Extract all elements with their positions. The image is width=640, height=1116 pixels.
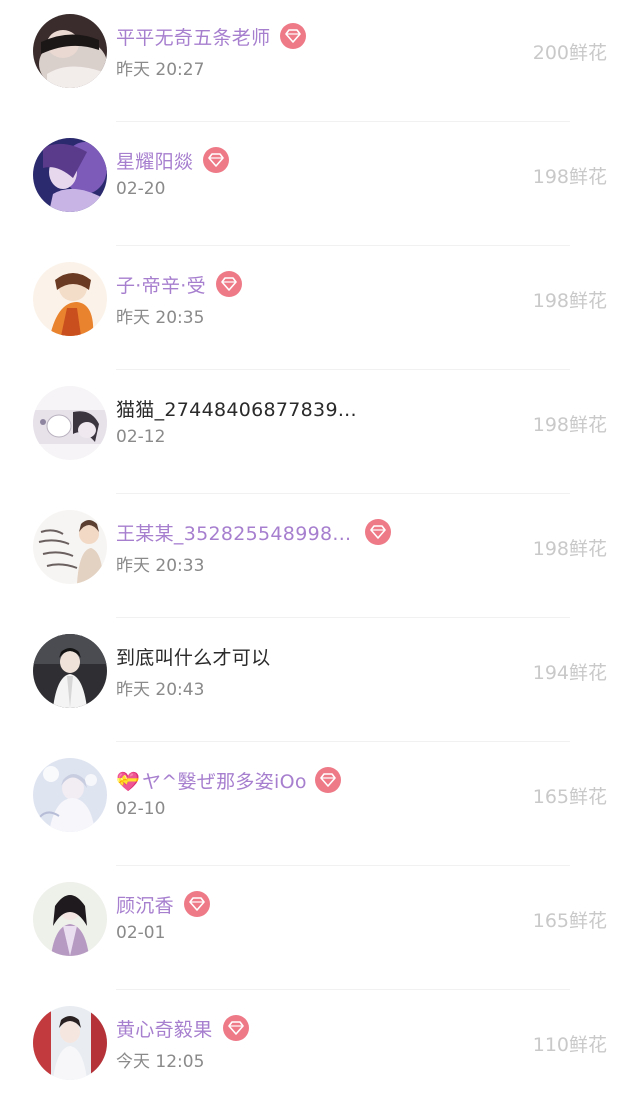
- avatar[interactable]: [33, 138, 107, 212]
- avatar[interactable]: [33, 262, 107, 336]
- timestamp: 02-20: [116, 179, 166, 199]
- divider: [116, 121, 570, 122]
- list-item[interactable]: 星耀阳燚 02-20 198鲜花: [0, 124, 640, 248]
- vip-diamond-icon: [215, 271, 242, 297]
- list-item[interactable]: 猫猫_27448406877839... 02-12 198鲜花: [0, 372, 640, 496]
- user-name[interactable]: 💝 ヤ^嫛ぜ那多姿iOo: [116, 767, 307, 794]
- name-line: 子·帝辛·受: [116, 269, 242, 299]
- timestamp: 02-12: [116, 427, 166, 447]
- list-item[interactable]: 顾沉香 02-01 165鲜花: [0, 868, 640, 992]
- timestamp: 昨天 20:27: [116, 60, 205, 80]
- name-line: 到底叫什么才可以: [116, 641, 270, 671]
- timestamp: 昨天 20:43: [116, 680, 205, 700]
- list-item[interactable]: 到底叫什么才可以 昨天 20:43 194鲜花: [0, 620, 640, 744]
- list-item[interactable]: 黄心奇毅果 今天 12:05 110鲜花: [0, 992, 640, 1116]
- avatar[interactable]: [33, 634, 107, 708]
- list-item[interactable]: 平平无奇五条老师 昨天 20:27 200鲜花: [0, 0, 640, 124]
- avatar[interactable]: [33, 386, 107, 460]
- avatar[interactable]: [33, 14, 107, 88]
- heart-gift-icon: 💝: [116, 770, 140, 793]
- user-name[interactable]: 猫猫_27448406877839...: [116, 395, 357, 422]
- vip-diamond-icon: [183, 891, 210, 917]
- flower-count: 165鲜花: [532, 786, 607, 808]
- flower-count: 194鲜花: [532, 662, 607, 684]
- name-line: 星耀阳燚: [116, 145, 230, 175]
- user-name[interactable]: 黄心奇毅果: [116, 1015, 213, 1042]
- vip-diamond-icon: [203, 147, 230, 173]
- list-item[interactable]: 💝 ヤ^嫛ぜ那多姿iOo 02-10 165鲜花: [0, 744, 640, 868]
- user-name-text: ヤ^嫛ぜ那多姿iOo: [141, 770, 307, 793]
- vip-diamond-icon: [222, 1015, 249, 1041]
- timestamp: 02-10: [116, 799, 166, 819]
- flower-count: 198鲜花: [532, 538, 607, 560]
- divider: [116, 617, 570, 618]
- avatar[interactable]: [33, 882, 107, 956]
- flower-count: 198鲜花: [532, 414, 607, 436]
- flower-count: 198鲜花: [532, 290, 607, 312]
- user-name[interactable]: 子·帝辛·受: [116, 271, 206, 298]
- vip-diamond-icon: [365, 519, 392, 545]
- divider: [116, 865, 570, 866]
- name-line: 平平无奇五条老师: [116, 21, 307, 51]
- flower-count: 110鲜花: [532, 1034, 607, 1056]
- user-name[interactable]: 平平无奇五条老师: [116, 23, 270, 50]
- divider: [116, 741, 570, 742]
- timestamp: 02-01: [116, 923, 166, 943]
- name-line: 王某某_352825548998...: [116, 517, 392, 547]
- avatar[interactable]: [33, 510, 107, 584]
- list-item[interactable]: 王某某_352825548998... 昨天 20:33 198鲜花: [0, 496, 640, 620]
- user-name[interactable]: 到底叫什么才可以: [116, 643, 270, 670]
- flower-count: 198鲜花: [532, 166, 607, 188]
- divider: [116, 493, 570, 494]
- name-line: 黄心奇毅果: [116, 1013, 249, 1043]
- avatar[interactable]: [33, 758, 107, 832]
- divider: [116, 369, 570, 370]
- name-line: 顾沉香: [116, 889, 210, 919]
- vip-diamond-icon: [314, 767, 341, 793]
- divider: [116, 989, 570, 990]
- divider: [116, 245, 570, 246]
- user-name[interactable]: 王某某_352825548998...: [116, 519, 351, 546]
- timestamp: 今天 12:05: [116, 1052, 205, 1072]
- list-item[interactable]: 子·帝辛·受 昨天 20:35 198鲜花: [0, 248, 640, 372]
- timestamp: 昨天 20:35: [116, 308, 205, 328]
- vip-diamond-icon: [280, 23, 307, 49]
- user-name[interactable]: 星耀阳燚: [116, 147, 193, 174]
- avatar[interactable]: [33, 1006, 107, 1080]
- flower-count: 200鲜花: [532, 42, 607, 64]
- name-line: 猫猫_27448406877839...: [116, 393, 357, 423]
- name-line: 💝 ヤ^嫛ぜ那多姿iOo: [116, 765, 341, 795]
- flower-count: 165鲜花: [532, 910, 607, 932]
- user-name[interactable]: 顾沉香: [116, 891, 174, 918]
- timestamp: 昨天 20:33: [116, 556, 205, 576]
